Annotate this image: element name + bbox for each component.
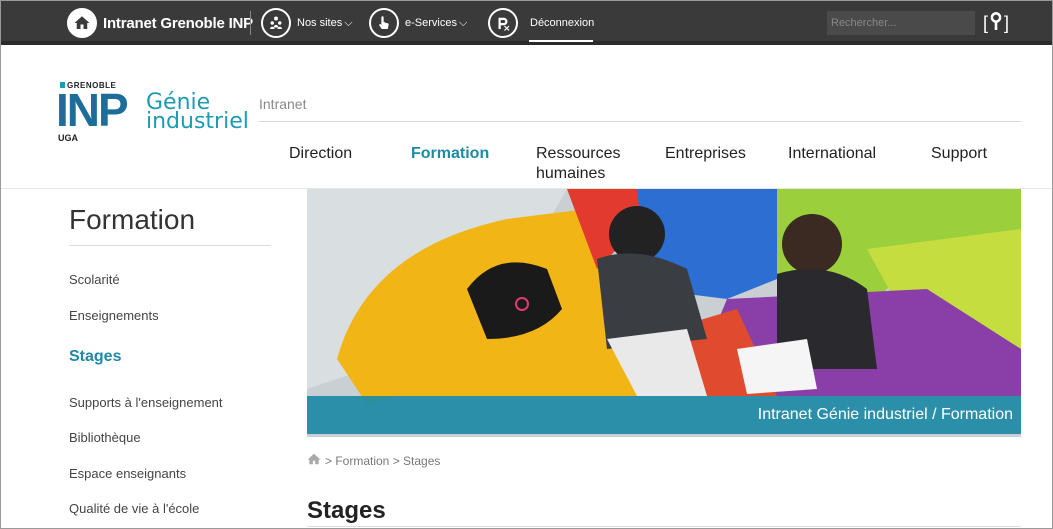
search-icon [988,11,1004,35]
sidebar-item-supports[interactable]: Supports à l'enseignement [69,395,223,410]
topbar-divider [250,11,251,35]
nav-support[interactable]: Support [931,144,987,164]
logout-underline [529,40,593,42]
logout-icon [488,8,518,38]
nav-entreprises[interactable]: Entreprises [665,144,746,164]
sites-menu[interactable]: Nos sites ⌵ [261,1,353,45]
site-logo[interactable]: GRENOBLE INP UGA Génie industriel [56,81,249,147]
touch-icon [369,8,399,38]
chevron-down-icon: ⌵ [458,16,468,29]
sidebar-title: Formation [69,204,196,235]
sidebar-item-scolarite[interactable]: Scolarité [69,272,120,287]
services-menu[interactable]: e-Services ⌵ [369,1,467,45]
sidebar-item-stages[interactable]: Stages [69,348,121,366]
logout-label: Déconnexion [530,17,595,29]
nav-direction[interactable]: Direction [289,144,352,164]
logout-link[interactable]: Déconnexion [488,1,594,45]
logo-line-2: industriel [146,109,249,134]
sites-label: Nos sites [297,17,343,29]
bracket-right-icon: ] [1004,12,1010,33]
header-divider [259,121,1021,122]
services-label: e-Services [405,17,457,29]
home-link[interactable]: Intranet Grenoble INP [67,1,253,45]
page-title: Stages [307,497,386,524]
logo-inp: INP [56,84,129,136]
breadcrumb: > Formation > Stages [307,453,440,468]
search-button[interactable]: [ ] [983,10,1009,36]
sidebar-item-enseignements[interactable]: Enseignements [69,308,159,323]
breadcrumb-path[interactable]: > Formation > Stages [325,454,440,468]
home-title: Intranet Grenoble INP [103,14,253,32]
site-header: GRENOBLE INP UGA Génie industriel Intran… [1,49,1052,189]
sidebar-item-qualite-de-vie[interactable]: Qualité de vie à l'école [69,501,199,516]
nav-formation[interactable]: Formation [411,144,489,164]
people-icon [261,8,291,38]
nav-ressources-humaines[interactable]: Ressources humaines [536,144,646,184]
page-frame: Intranet Grenoble INP Nos sites ⌵ e-Serv… [0,0,1053,529]
nav-international[interactable]: International [788,144,876,164]
home-icon [67,8,97,38]
title-divider [307,526,1021,527]
home-icon[interactable] [307,453,325,468]
sidebar-item-espace-enseignants[interactable]: Espace enseignants [69,466,186,481]
hero-banner: Intranet Génie industriel / Formation [307,189,1021,437]
logo-uga: UGA [58,133,78,143]
chevron-down-icon: ⌵ [344,16,353,29]
top-bar: Intranet Grenoble INP Nos sites ⌵ e-Serv… [1,1,1052,45]
sidebar-item-bibliotheque[interactable]: Bibliothèque [69,430,141,445]
search-input[interactable] [827,11,975,35]
hero-caption: Intranet Génie industriel / Formation [307,396,1021,434]
intranet-label: Intranet [259,96,307,112]
sidebar-divider [69,245,271,246]
